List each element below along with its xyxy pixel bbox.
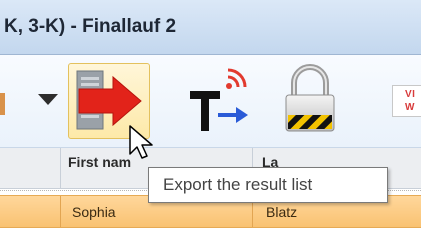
toolbar: VI W: [0, 55, 421, 148]
title-bar: K, 3-K) - Finallauf 2: [0, 0, 421, 55]
lock-button[interactable]: [280, 63, 340, 139]
cell-first-name[interactable]: Sophia: [72, 204, 116, 220]
partial-button-label-1: VI: [405, 89, 416, 100]
partial-button-label-2: W: [405, 102, 415, 113]
text-signal-icon: [190, 68, 248, 131]
tooltip: Export the result list: [148, 167, 388, 203]
column-separator[interactable]: [60, 148, 61, 188]
dropdown-arrow-icon[interactable]: [38, 94, 58, 105]
column-header-first-name[interactable]: First nam: [68, 154, 131, 170]
partial-toolbar-button[interactable]: VI W: [392, 85, 421, 117]
text-broadcast-button[interactable]: [188, 67, 258, 137]
cell-last-name[interactable]: Blatz: [266, 204, 297, 220]
cell-separator: [60, 196, 61, 227]
padlock-icon: [285, 64, 335, 132]
mouse-cursor-icon: [129, 125, 153, 159]
window-title: K, 3-K) - Finallauf 2: [4, 16, 177, 37]
tooltip-text: Export the result list: [163, 175, 313, 194]
toolbar-partial-button[interactable]: [0, 93, 5, 115]
